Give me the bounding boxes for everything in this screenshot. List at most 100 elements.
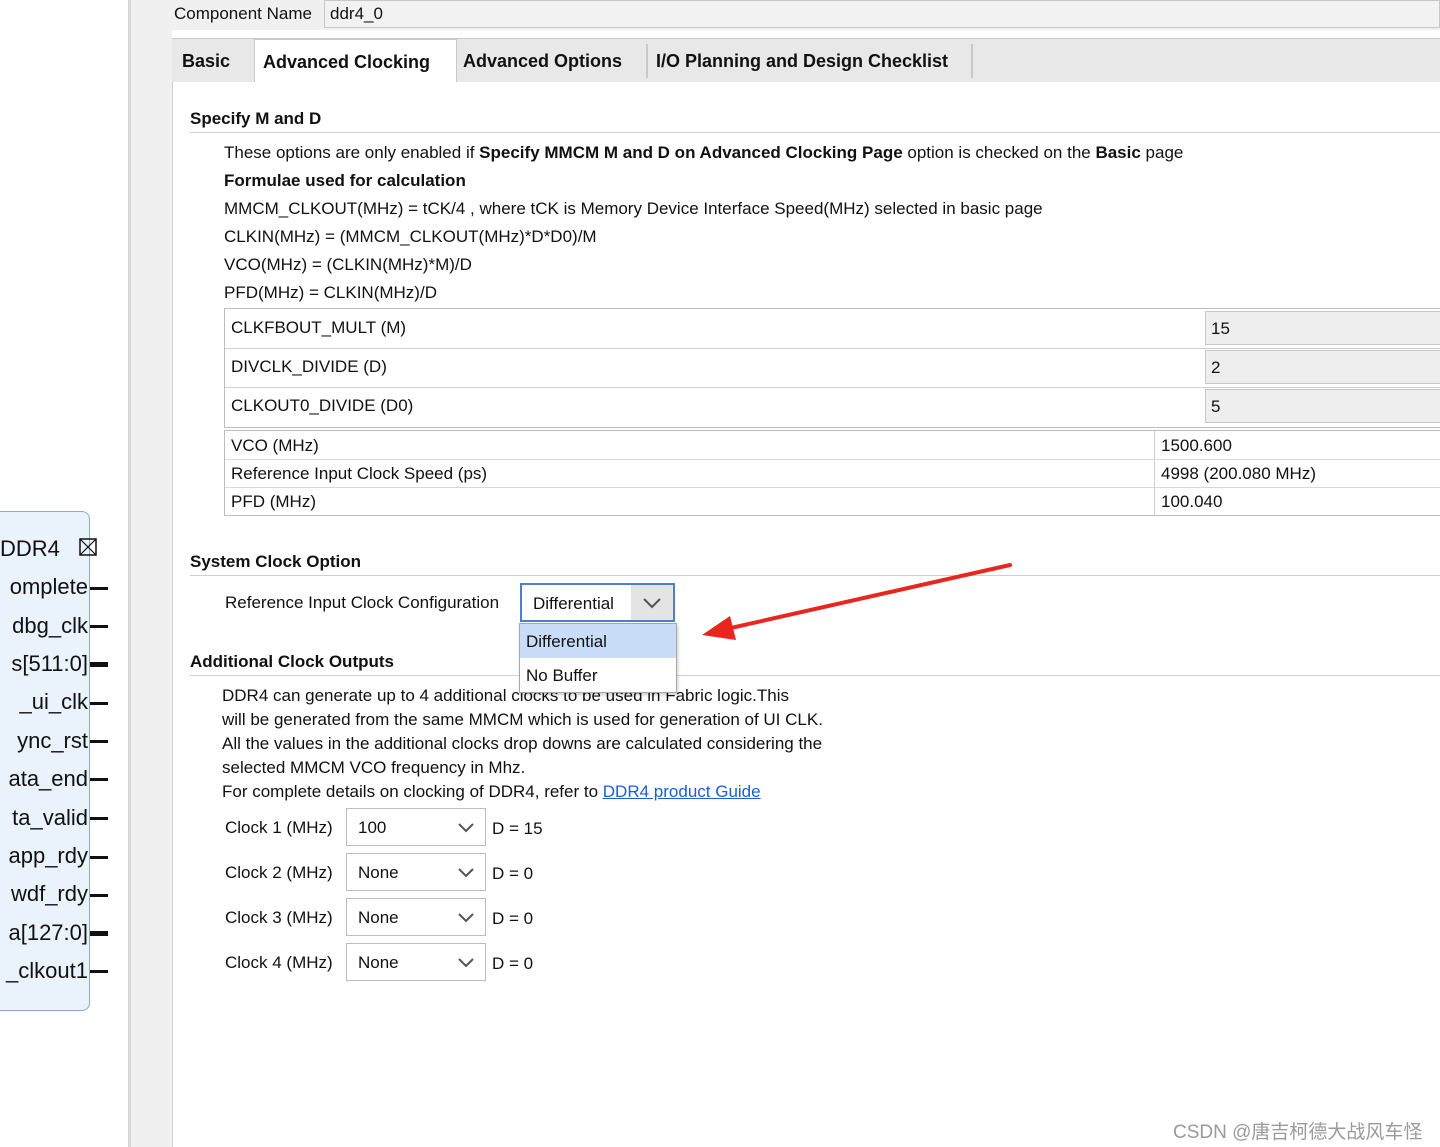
port-bus-pin[interactable] [90,931,108,936]
tab-separator [646,44,648,78]
clock-3-label: Clock 3 (MHz) [225,908,333,927]
port-pin[interactable] [90,625,108,628]
clock-4-d: D = 0 [492,954,534,973]
port-label: ync_rst [17,728,88,753]
param-label: DIVCLK_DIVIDE (D) [231,357,387,376]
dropdown-value: None [358,953,399,972]
additional-details-line: For complete details on clocking of DDR4… [222,782,761,802]
port-pin[interactable] [90,740,108,743]
clock-1-dropdown[interactable]: 100 [346,808,486,846]
port-label: s[511:0] [11,651,88,676]
formula-line: MMCM_CLKOUT(MHz) = tCK/4 , where tCK is … [224,199,1043,218]
chevron-down-icon [458,868,474,878]
additional-desc-line: will be generated from the same MMCM whi… [222,710,823,729]
clock-3-d: D = 0 [492,909,534,928]
port-pin[interactable] [90,856,108,859]
chevron-down-icon [458,823,474,833]
dropdown-value: None [358,908,399,927]
port-pin[interactable] [90,894,108,897]
param-label: CLKOUT0_DIVIDE (D0) [231,396,414,415]
panel-margin [131,0,172,1147]
section-title-additional-clocks: Additional Clock Outputs [190,652,394,671]
ref-clock-config-dropdown[interactable]: Differential [520,583,675,622]
clkout0-divide-field[interactable]: 5 [1205,389,1440,423]
port-pin[interactable] [90,817,108,820]
param-label: CLKFBOUT_MULT (M) [231,318,407,337]
close-box-icon[interactable] [79,538,97,556]
details-text: For complete details on clocking of DDR4… [222,782,603,801]
dropdown-value: None [358,863,399,882]
tab-io-planning[interactable]: I/O Planning and Design Checklist [656,39,968,82]
specify-note: These options are only enabled if Specif… [224,143,1184,162]
result-label: VCO (MHz) [231,436,319,455]
component-name-label: Component Name [174,4,312,23]
tab-basic[interactable]: Basic [182,39,254,82]
divclk-divide-field[interactable]: 2 [1205,350,1440,384]
table-row: Reference Input Clock Speed (ps) 4998 (2… [225,459,1440,488]
result-label: Reference Input Clock Speed (ps) [231,464,488,483]
mmcm-results-table: VCO (MHz) 1500.600 Reference Input Clock… [224,430,1440,516]
ref-clock-config-label: Reference Input Clock Configuration [225,593,500,612]
dropdown-value: 100 [358,818,387,837]
clock-2-dropdown[interactable]: None [346,853,486,891]
port-label: ata_end [8,766,88,791]
tab-advanced-clocking[interactable]: Advanced Clocking [254,39,457,82]
port-pin[interactable] [90,970,108,973]
tab-advanced-options[interactable]: Advanced Options [463,39,643,82]
table-row: CLKOUT0_DIVIDE (D0) 5 [225,387,1440,426]
section-title-specify: Specify M and D [190,109,322,128]
tab-separator [971,44,973,78]
section-underline [190,675,1440,676]
table-row: VCO (MHz) 1500.600 [225,431,1440,460]
clock-2-label: Clock 2 (MHz) [225,863,333,882]
clock-1-d: D = 15 [492,819,543,838]
clock-3-dropdown[interactable]: None [346,898,486,936]
port-label: omplete [9,574,88,599]
port-label: _clkout1 [6,958,88,983]
port-label: ta_valid [12,805,88,830]
port-label: app_rdy [8,843,88,868]
clock-2-d: D = 0 [492,864,534,883]
clock-1-label: Clock 1 (MHz) [225,818,333,837]
formula-line: VCO(MHz) = (CLKIN(MHz)*M)/D [224,255,472,274]
additional-desc-line: All the values in the additional clocks … [222,734,823,753]
result-value: 1500.600 [1154,431,1440,459]
table-row: CLKFBOUT_MULT (M) 15 [225,309,1440,349]
chevron-down-icon [458,958,474,968]
port-label: dbg_clk [12,613,88,638]
clock-4-label: Clock 4 (MHz) [225,953,333,972]
chevron-down-icon [458,913,474,923]
port-pin[interactable] [90,778,108,781]
formula-line: PFD(MHz) = CLKIN(MHz)/D [224,283,437,302]
section-title-system-clock: System Clock Option [190,552,361,571]
port-pin[interactable] [90,587,108,590]
clock-4-dropdown[interactable]: None [346,943,486,981]
port-label: wdf_rdy [10,881,88,906]
result-label: PFD (MHz) [231,492,316,511]
ip-block-title: DDR4 [0,536,60,561]
annotation-arrow-icon [702,563,1012,640]
option-differential[interactable]: Differential [520,624,676,658]
additional-desc-line: selected MMCM VCO frequency in Mhz. [222,758,526,777]
dropdown-button[interactable] [631,585,673,620]
port-label: a[127:0] [8,920,88,945]
port-label: _ui_clk [19,689,88,714]
chevron-down-icon [643,598,661,609]
ref-clock-options-popup: Differential No Buffer [519,623,677,693]
mmcm-params-table: CLKFBOUT_MULT (M) 15 DIVCLK_DIVIDE (D) 2… [224,308,1440,428]
table-row: DIVCLK_DIVIDE (D) 2 [225,348,1440,388]
watermark-text: CSDN @唐吉柯德大战风车怪 [1173,1122,1423,1143]
result-value: 4998 (200.080 MHz) [1154,459,1440,487]
section-underline [190,132,1440,133]
port-pin[interactable] [90,702,108,705]
formulae-title: Formulae used for calculation [224,171,466,190]
option-no-buffer[interactable]: No Buffer [520,658,676,692]
component-name-field[interactable]: ddr4_0 [324,0,1440,28]
result-value: 100.040 [1154,487,1440,515]
additional-desc-line: DDR4 can generate up to 4 additional clo… [222,686,789,705]
dropdown-value: Differential [533,594,614,613]
port-bus-pin[interactable] [90,662,108,667]
table-row: PFD (MHz) 100.040 [225,487,1440,515]
clkfbout-mult-field[interactable]: 15 [1205,311,1440,345]
ddr4-product-guide-link[interactable]: DDR4 product Guide [603,782,761,801]
